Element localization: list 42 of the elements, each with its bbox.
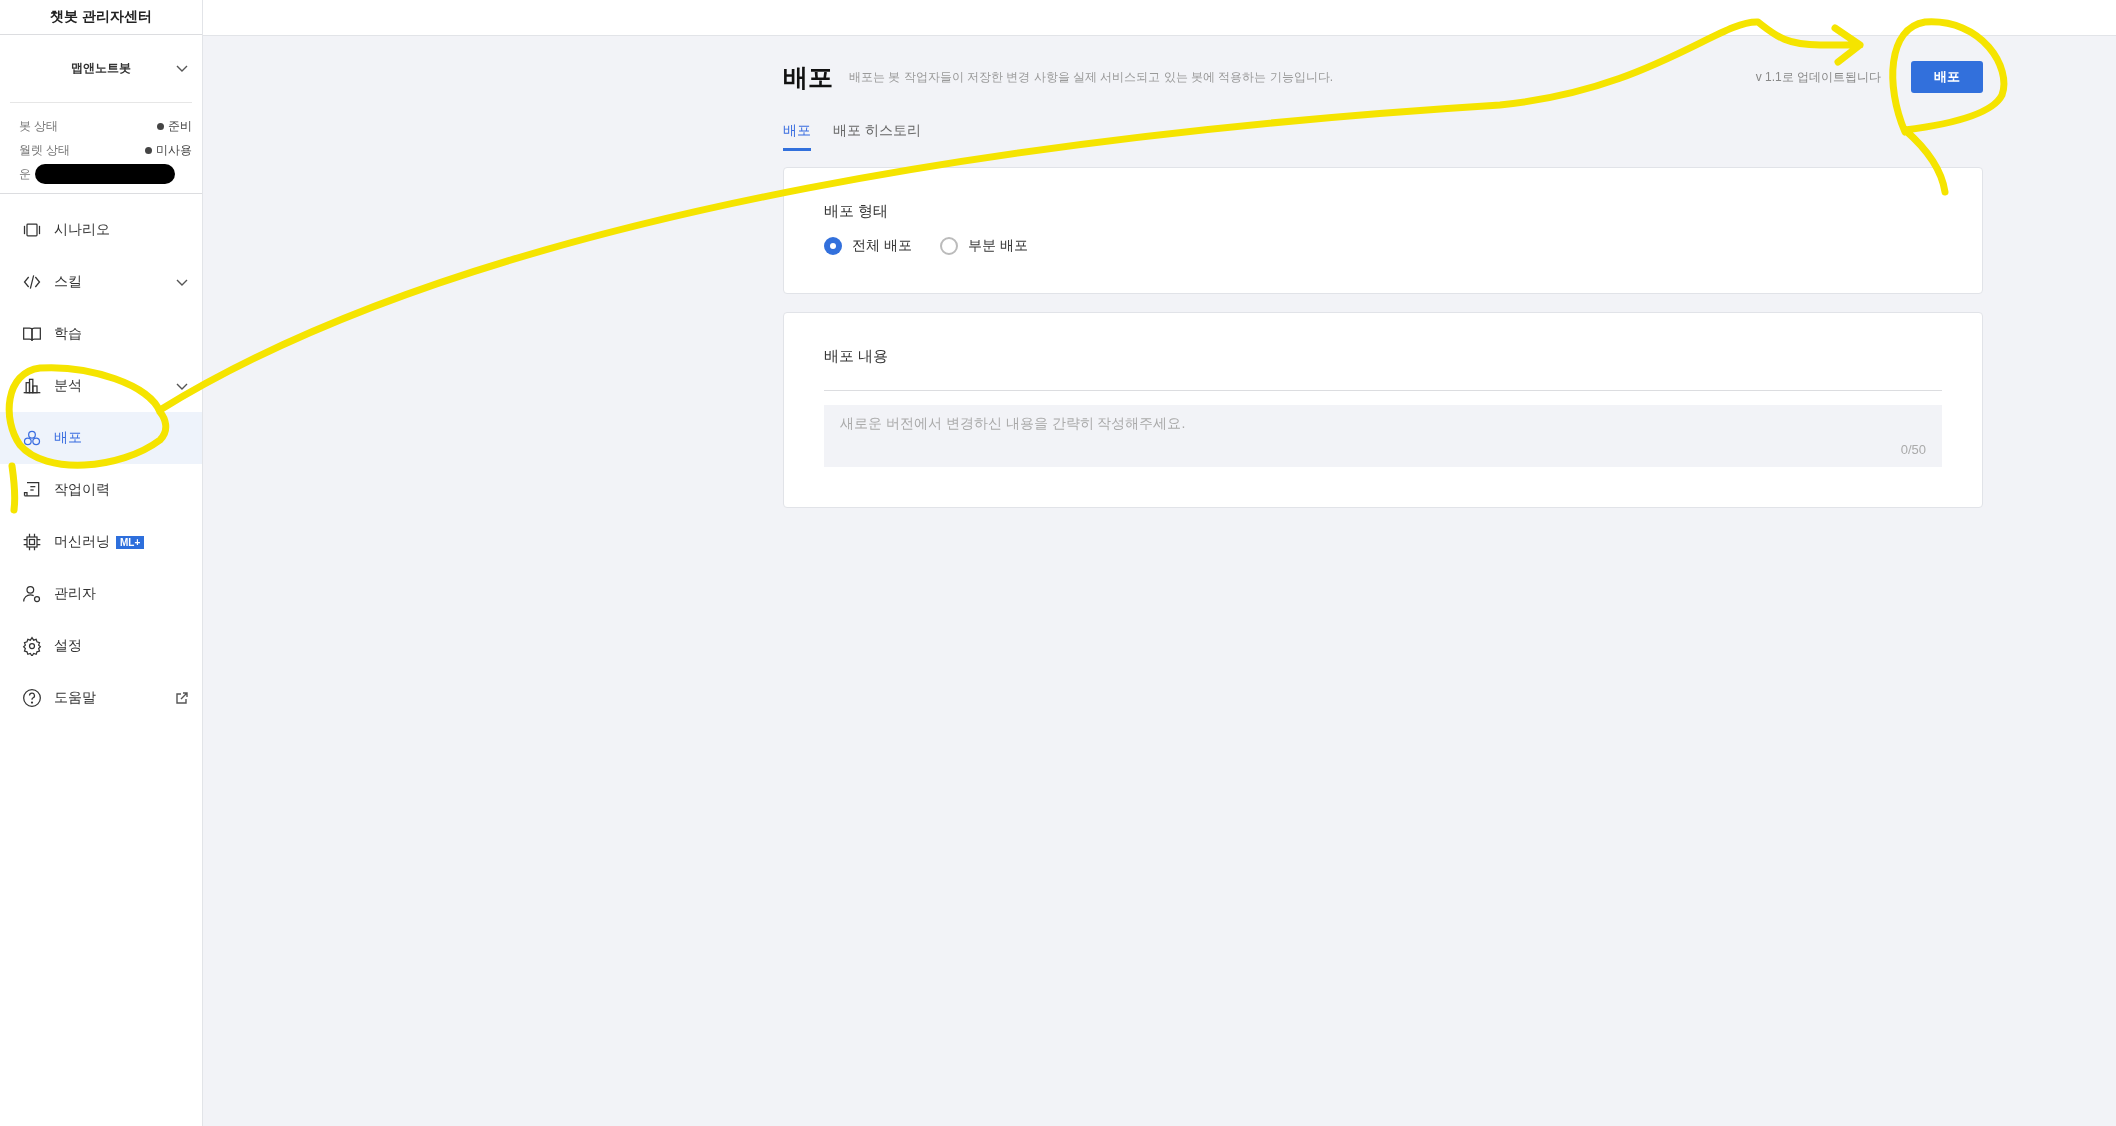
radio-button[interactable] bbox=[939, 237, 958, 255]
feature-badge: ML+ bbox=[116, 535, 145, 549]
status-label: 봇 상태 bbox=[19, 117, 59, 135]
status-dot bbox=[145, 146, 152, 154]
app-title: 챗봇 관리자센터 bbox=[50, 8, 152, 26]
sidebar-item[interactable]: 시나리오 bbox=[0, 204, 202, 256]
status-value: 준비 bbox=[168, 117, 192, 135]
character-counter: 0/50 bbox=[1900, 442, 1926, 457]
radio-label[interactable]: 전체 배포 bbox=[852, 237, 912, 255]
sidebar-item[interactable]: 머신러닝 ML+ bbox=[0, 516, 202, 568]
sidebar-item[interactable]: 관리자 bbox=[0, 568, 202, 620]
sidebar-item[interactable]: 스킬 bbox=[0, 256, 202, 308]
status-label: 월렛 상태 bbox=[19, 141, 71, 159]
bar-chart-icon bbox=[22, 376, 42, 396]
user-gear-icon bbox=[22, 584, 42, 604]
status-label: 운 bbox=[19, 165, 31, 183]
version-note: v 1.1로 업데이트됩니다 bbox=[1755, 68, 1881, 86]
code-icon bbox=[22, 272, 42, 292]
section-title: 배포 내용 bbox=[824, 347, 890, 366]
bot-name[interactable]: 맵앤노트봇 bbox=[71, 60, 131, 77]
page-title: 배포 bbox=[783, 61, 833, 93]
status-value: 미사용 bbox=[156, 141, 192, 159]
sidebar-item[interactable]: 설정 bbox=[0, 620, 202, 672]
tab[interactable]: 배포 bbox=[783, 118, 811, 151]
sidebar-item[interactable]: 도움말 bbox=[0, 672, 202, 724]
section-title: 배포 형태 bbox=[824, 202, 890, 221]
tab[interactable]: 배포 히스토리 bbox=[833, 118, 921, 151]
deploy-button[interactable]: 배포 bbox=[1911, 61, 1983, 93]
external-link-icon bbox=[176, 692, 188, 704]
sidebar-item[interactable]: 학습 bbox=[0, 308, 202, 360]
radio-button[interactable] bbox=[824, 237, 842, 255]
radio-label[interactable]: 부분 배포 bbox=[967, 237, 1028, 255]
status-dot bbox=[157, 122, 164, 130]
deploy-notes-field[interactable]: 새로운 버전에서 변경하신 내용을 간략히 작성해주세요. bbox=[840, 415, 1926, 442]
circles-icon bbox=[22, 428, 42, 448]
sidebar-item[interactable]: 작업이력 bbox=[0, 464, 202, 516]
page-description: 배포는 봇 작업자들이 저장한 변경 사항을 실제 서비스되고 있는 봇에 적용하는 기능입니다. bbox=[849, 68, 1334, 86]
help-icon bbox=[22, 688, 42, 708]
chip-icon bbox=[22, 532, 42, 552]
item-label: 머신러닝 bbox=[54, 533, 110, 551]
settings-icon bbox=[22, 636, 42, 656]
sidebar-item[interactable]: 분석 bbox=[0, 360, 202, 412]
